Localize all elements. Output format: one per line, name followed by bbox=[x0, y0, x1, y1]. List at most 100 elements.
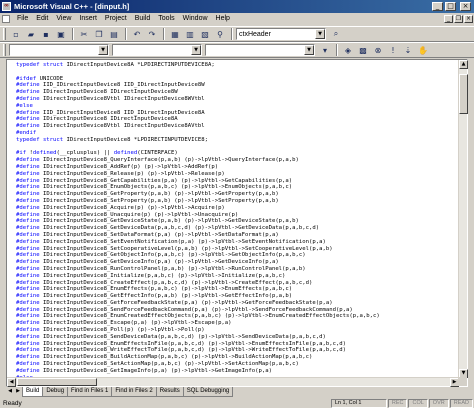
filter-combo-arrow-icon[interactable]: ▼ bbox=[191, 45, 201, 55]
doc-close-button[interactable]: × bbox=[464, 15, 473, 23]
menu-file[interactable]: File bbox=[13, 13, 32, 25]
doc-restore-button[interactable]: ❐ bbox=[454, 15, 463, 23]
find-combo-arrow-icon[interactable]: ▼ bbox=[315, 29, 325, 39]
stop-build-icon[interactable]: ⊗ bbox=[371, 44, 385, 57]
window-list-icon[interactable]: ▧ bbox=[198, 28, 212, 41]
code-area[interactable]: typedef struct IDirectInputDevice8A *LPD… bbox=[7, 60, 459, 378]
doc-minimize-button[interactable]: _ bbox=[444, 15, 453, 23]
members-combo-arrow-icon[interactable]: ▼ bbox=[304, 45, 314, 55]
minimize-button[interactable]: _ bbox=[432, 2, 443, 11]
code-line[interactable]: #define IDirectInputDevice8_SetProperty(… bbox=[16, 198, 459, 205]
code-line[interactable]: #define IDirectInputDevice8_Initialize(p… bbox=[16, 273, 459, 280]
save-all-icon[interactable]: ▣ bbox=[54, 28, 68, 41]
code-line[interactable]: #define IDirectInputDevice8_SetEventNoti… bbox=[16, 239, 459, 246]
menu-insert[interactable]: Insert bbox=[75, 13, 101, 25]
filter-combo[interactable]: ▼ bbox=[112, 44, 202, 56]
code-line[interactable]: #define IDirectInputDevice8_GetDeviceDat… bbox=[16, 225, 459, 232]
code-line[interactable]: #define IDirectInputDevice8_GetEffectInf… bbox=[16, 293, 459, 300]
workspace-icon[interactable]: ▦ bbox=[168, 28, 182, 41]
code-line[interactable]: typedef struct IDirectInputDevice8 *LPDI… bbox=[16, 137, 459, 144]
paste-icon[interactable]: ▤ bbox=[107, 28, 121, 41]
code-line[interactable]: typedef struct IDirectInputDevice8A *LPD… bbox=[16, 62, 459, 69]
horizontal-scrollbar[interactable]: ◀ ▶ bbox=[7, 377, 459, 387]
menu-view[interactable]: View bbox=[52, 13, 75, 25]
code-line[interactable]: #define IDirectInputDevice8Vtbl IDirectI… bbox=[16, 123, 459, 130]
code-line[interactable]: #define IID_IDirectInputDevice8 IID_IDir… bbox=[16, 110, 459, 117]
code-line[interactable]: #define IDirectInputDevice8_SetCooperati… bbox=[16, 246, 459, 253]
class-combo[interactable]: ▼ bbox=[9, 44, 109, 56]
scroll-left-icon[interactable]: ◀ bbox=[7, 378, 16, 387]
code-line[interactable]: #define IDirectInputDevice8 IDirectInput… bbox=[16, 89, 459, 96]
code-line[interactable]: #define IDirectInputDevice8_Escape(p,a) … bbox=[16, 320, 459, 327]
close-button[interactable]: × bbox=[460, 2, 471, 11]
wizard-action-icon[interactable]: ▾ bbox=[318, 44, 332, 57]
breakpoint-icon[interactable]: ✋ bbox=[416, 44, 430, 57]
go-icon[interactable]: ⇣ bbox=[401, 44, 415, 57]
code-line[interactable]: #define IDirectInputDevice8_GetDeviceSta… bbox=[16, 218, 459, 225]
code-line[interactable]: #define IDirectInputDevice8Vtbl IDirectI… bbox=[16, 96, 459, 103]
code-line[interactable]: #define IDirectInputDevice8_EnumEffects(… bbox=[16, 286, 459, 293]
code-line[interactable]: #define IDirectInputDevice8_EnumEffectsI… bbox=[16, 341, 459, 348]
horizontal-scroll-thumb[interactable] bbox=[17, 378, 97, 386]
code-line[interactable]: #define IDirectInputDevice8_WriteEffectT… bbox=[16, 347, 459, 354]
toolbar-grip-2[interactable] bbox=[3, 44, 6, 56]
find-combo[interactable]: ctxHeader ▼ bbox=[236, 28, 326, 40]
maximize-button[interactable]: □ bbox=[445, 2, 456, 11]
tab-results[interactable]: Results bbox=[155, 387, 184, 397]
undo-icon[interactable]: ↶ bbox=[130, 28, 144, 41]
execute-icon[interactable]: ! bbox=[386, 44, 400, 57]
members-combo[interactable]: ▼ bbox=[205, 44, 315, 56]
code-line[interactable]: #define IDirectInputDevice8_GetForceFeed… bbox=[16, 300, 459, 307]
code-line[interactable]: #define IDirectInputDevice8 IDirectInput… bbox=[16, 116, 459, 123]
menu-tools[interactable]: Tools bbox=[154, 13, 178, 25]
code-line[interactable]: #endif bbox=[16, 130, 459, 137]
code-line[interactable]: #define IDirectInputDevice8_GetProperty(… bbox=[16, 191, 459, 198]
find-in-files-icon[interactable]: ⚲ bbox=[213, 28, 227, 41]
code-editor[interactable]: typedef struct IDirectInputDevice8A *LPD… bbox=[6, 59, 468, 387]
menu-window[interactable]: Window bbox=[179, 13, 212, 25]
scroll-up-icon[interactable]: ▲ bbox=[459, 60, 468, 69]
code-line[interactable]: #define IDirectInputDevice8_GetCapabilit… bbox=[16, 178, 459, 185]
tab-find-in-files-1[interactable]: Find in Files 1 bbox=[67, 387, 113, 397]
toolbar-grip[interactable] bbox=[3, 28, 6, 40]
tab-find-in-files-2[interactable]: Find in Files 2 bbox=[111, 387, 157, 397]
code-line[interactable]: #ifdef UNICODE bbox=[16, 76, 459, 83]
new-file-icon[interactable]: ▫ bbox=[9, 28, 23, 41]
code-line[interactable]: #define IDirectInputDevice8_SetDataForma… bbox=[16, 232, 459, 239]
code-line[interactable]: #define IID_IDirectInputDevice8 IID_IDir… bbox=[16, 82, 459, 89]
code-line[interactable]: #define IDirectInputDevice8_Acquire(p) (… bbox=[16, 205, 459, 212]
vertical-scroll-thumb[interactable] bbox=[459, 74, 468, 114]
copy-icon[interactable]: ❐ bbox=[92, 28, 106, 41]
code-line[interactable] bbox=[16, 69, 459, 76]
code-line[interactable]: #define IDirectInputDevice8_SendDeviceDa… bbox=[16, 334, 459, 341]
document-icon[interactable] bbox=[2, 15, 10, 23]
build-icon[interactable]: ▩ bbox=[356, 44, 370, 57]
tab-build[interactable]: Build bbox=[22, 387, 44, 397]
code-line[interactable]: #define IDirectInputDevice8_EnumObjects(… bbox=[16, 184, 459, 191]
code-line[interactable]: #define IDirectInputDevice8_SendForceFee… bbox=[16, 307, 459, 314]
compile-icon[interactable]: ◈ bbox=[341, 44, 355, 57]
class-combo-arrow-icon[interactable]: ▼ bbox=[98, 45, 108, 55]
code-line[interactable]: #define IDirectInputDevice8_Release(p) (… bbox=[16, 171, 459, 178]
tab-next-icon[interactable]: ▶ bbox=[14, 387, 22, 396]
code-line[interactable]: #define IDirectInputDevice8_EnumCreatedE… bbox=[16, 313, 459, 320]
code-line[interactable]: #define IDirectInputDevice8_CreateEffect… bbox=[16, 280, 459, 287]
menu-project[interactable]: Project bbox=[101, 13, 131, 25]
menu-build[interactable]: Build bbox=[131, 13, 155, 25]
save-icon[interactable]: ▪ bbox=[39, 28, 53, 41]
open-folder-icon[interactable]: ▰ bbox=[24, 28, 38, 41]
code-line[interactable]: #else bbox=[16, 103, 459, 110]
title-bar[interactable]: ∞ Microsoft Visual C++ - [dinput.h] _ □ … bbox=[0, 0, 474, 13]
tab-debug[interactable]: Debug bbox=[42, 387, 69, 397]
code-line[interactable]: #define IDirectInputDevice8_SetActionMap… bbox=[16, 361, 459, 368]
vertical-scrollbar[interactable]: ▲ ▼ bbox=[458, 60, 468, 378]
tab-prev-icon[interactable]: ◀ bbox=[6, 387, 14, 396]
code-line[interactable]: #define IDirectInputDevice8_GetDeviceInf… bbox=[16, 259, 459, 266]
output-window-icon[interactable]: ▥ bbox=[183, 28, 197, 41]
code-line[interactable]: #define IDirectInputDevice8_BuildActionM… bbox=[16, 354, 459, 361]
menu-edit[interactable]: Edit bbox=[32, 13, 52, 25]
tab-sql-debugging[interactable]: SQL Debugging bbox=[182, 387, 234, 397]
code-line[interactable]: #if !defined(__cplusplus) || defined(CIN… bbox=[16, 150, 459, 157]
code-line[interactable]: #define IDirectInputDevice8_GetObjectInf… bbox=[16, 252, 459, 259]
code-line[interactable]: #define IDirectInputDevice8_RunControlPa… bbox=[16, 266, 459, 273]
